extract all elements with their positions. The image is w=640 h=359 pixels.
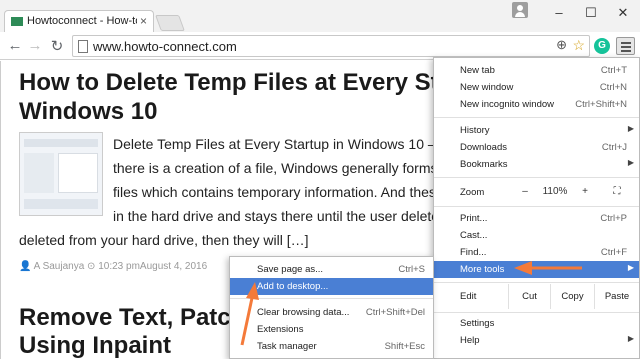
site-favicon-icon — [11, 17, 23, 26]
fullscreen-icon[interactable]: ⛶ — [610, 186, 624, 200]
submenu-item-task-manager[interactable]: Task manager Shift+Esc — [230, 338, 433, 355]
address-bar[interactable]: www.howto-connect.com ⊕ ☆ — [72, 35, 590, 57]
forward-button[interactable]: → — [26, 37, 44, 54]
submenu-arrow-icon: ▶ — [627, 334, 634, 343]
paste-button[interactable]: Paste — [594, 284, 639, 309]
chrome-menu-button[interactable] — [616, 37, 635, 55]
menu-item-cast[interactable]: Cast... — [434, 227, 639, 244]
menu-item-history[interactable]: History ▶ — [434, 122, 639, 139]
submenu-item-add-to-desktop[interactable]: Add to desktop... — [230, 278, 433, 295]
menu-item-print[interactable]: Print... Ctrl+P — [434, 210, 639, 227]
excerpt-line: deleted from your hard drive, then they … — [19, 232, 309, 248]
more-tools-submenu: Save page as... Ctrl+S Add to desktop... … — [229, 256, 434, 359]
menu-item-zoom: Zoom – 110% + ⛶ — [434, 182, 639, 202]
bookmark-star-icon[interactable]: ☆ — [572, 37, 585, 54]
menu-item-help[interactable]: Help ▶ — [434, 332, 639, 349]
back-button[interactable]: ← — [6, 37, 24, 54]
title-bar: Howtoconnect - How-to, Tips, Tricks × – … — [0, 0, 640, 32]
menu-item-find[interactable]: Find... Ctrl+F — [434, 244, 639, 261]
browser-tab[interactable]: Howtoconnect - How-to, Tips, Tricks × — [4, 10, 154, 32]
tab-close-icon[interactable]: × — [140, 14, 147, 28]
menu-item-settings[interactable]: Settings — [434, 315, 639, 332]
submenu-arrow-icon: ▶ — [627, 158, 634, 167]
copy-button[interactable]: Copy — [550, 284, 594, 309]
submenu-item-clear-browsing-data[interactable]: Clear browsing data... Ctrl+Shift+Del — [230, 304, 433, 321]
cut-button[interactable]: Cut — [508, 284, 550, 309]
url-text[interactable]: www.howto-connect.com — [93, 39, 237, 54]
new-tab-button[interactable] — [155, 15, 185, 31]
zoom-out-button[interactable]: – — [518, 186, 532, 200]
article2-title-link-line2[interactable]: Using Inpaint — [19, 331, 171, 359]
menu-item-new-tab[interactable]: New tab Ctrl+T — [434, 62, 639, 79]
grammarly-extension-icon[interactable]: G — [594, 38, 610, 54]
zoom-level: 110% — [542, 186, 568, 197]
submenu-arrow-icon: ▶ — [627, 263, 634, 272]
zoom-indicator-icon[interactable]: ⊕ — [556, 37, 567, 53]
tab-title: Howtoconnect - How-to, Tips, Tricks — [27, 15, 137, 27]
menu-item-more-tools[interactable]: More tools ▶ — [434, 261, 639, 278]
page-info-icon[interactable] — [78, 40, 88, 53]
article-title-link-line2[interactable]: Windows 10 — [19, 97, 157, 127]
article-thumbnail[interactable] — [19, 132, 103, 216]
menu-item-new-window[interactable]: New window Ctrl+N — [434, 79, 639, 96]
close-window-button[interactable]: ✕ — [608, 4, 638, 24]
submenu-arrow-icon: ▶ — [627, 124, 634, 133]
chrome-main-menu: New tab Ctrl+T New window Ctrl+N New incog… — [433, 57, 640, 359]
menu-item-edit: Edit Cut Copy Paste — [434, 284, 639, 309]
browser-toolbar: ← → ↻ www.howto-connect.com ⊕ ☆ G — [0, 32, 640, 60]
menu-item-new-incognito[interactable]: New incognito window Ctrl+Shift+N — [434, 96, 639, 113]
menu-item-downloads[interactable]: Downloads Ctrl+J — [434, 139, 639, 156]
zoom-in-button[interactable]: + — [578, 186, 592, 200]
reload-button[interactable]: ↻ — [48, 37, 66, 55]
minimize-button[interactable]: – — [544, 4, 574, 24]
post-meta: 👤 A Saujanya ⊙ 10:23 pmAugust 4, 2016 — [19, 261, 208, 272]
submenu-item-save-page[interactable]: Save page as... Ctrl+S — [230, 261, 433, 278]
submenu-item-extensions[interactable]: Extensions — [230, 321, 433, 338]
user-profile-icon[interactable] — [512, 2, 528, 18]
menu-item-bookmarks[interactable]: Bookmarks ▶ — [434, 156, 639, 173]
maximize-button[interactable]: ☐ — [576, 4, 606, 24]
